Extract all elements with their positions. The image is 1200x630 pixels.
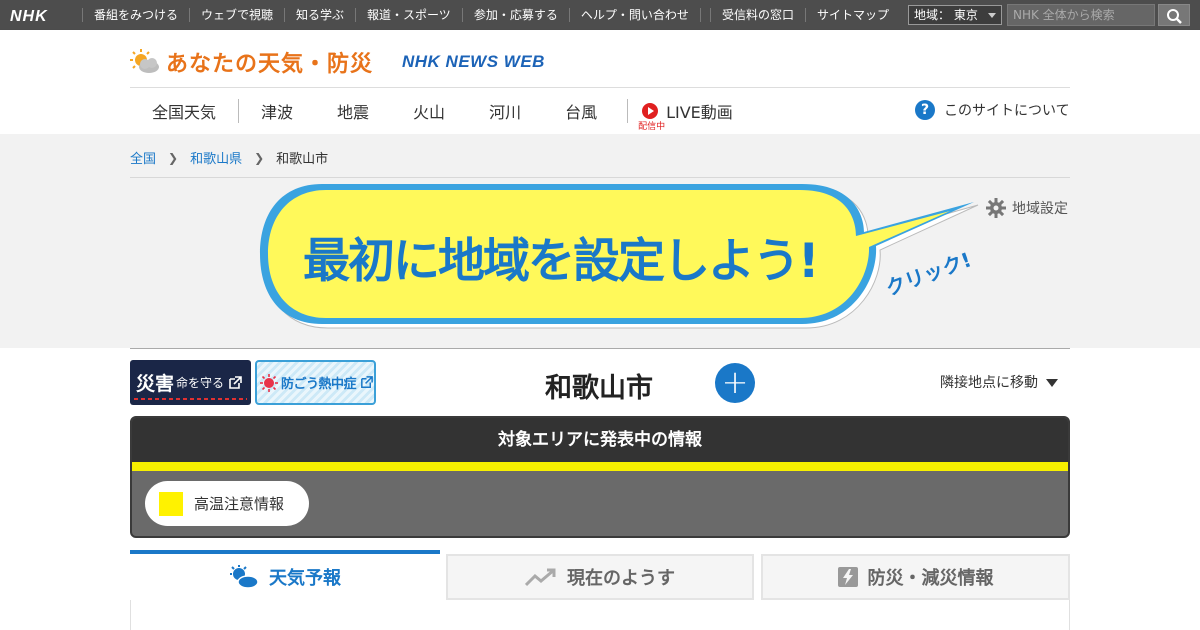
nav-watch-web[interactable]: ウェブで視聴 bbox=[189, 8, 284, 22]
chevron-right-icon: ❯ bbox=[254, 150, 265, 165]
breadcrumb-divider bbox=[130, 177, 1070, 178]
tab-current-conditions[interactable]: 現在のようす bbox=[446, 554, 754, 600]
active-warnings-panel: 対象エリアに発表中の情報 高温注意情報 bbox=[130, 416, 1070, 538]
nhk-logo[interactable]: NHK bbox=[10, 8, 48, 26]
add-location-button[interactable]: + bbox=[715, 363, 755, 403]
about-site-link[interactable]: ? このサイトについて bbox=[915, 100, 1070, 120]
help-icon: ? bbox=[915, 100, 935, 120]
banner-click-text: クリック! bbox=[882, 247, 974, 300]
region-select[interactable]: 地域： 東京 bbox=[908, 5, 1002, 25]
nav-earthquake[interactable]: 地震 bbox=[315, 99, 391, 123]
nav-volcano[interactable]: 火山 bbox=[391, 99, 467, 123]
sun-icon bbox=[260, 373, 278, 392]
tab-disaster-info[interactable]: 防災・減災情報 bbox=[761, 554, 1070, 600]
nav-news-sports[interactable]: 報道・スポーツ bbox=[355, 8, 462, 22]
about-label: このサイトについて bbox=[944, 103, 1070, 119]
disaster-protect-life-button[interactable]: 災害 命を守る bbox=[130, 360, 251, 405]
site-title[interactable]: あなたの天気・防災 bbox=[130, 46, 373, 78]
sun-cloud-icon bbox=[130, 49, 159, 73]
tab-disaster-label: 防災・減災情報 bbox=[867, 568, 994, 589]
tab-content-area bbox=[130, 600, 1070, 630]
hazard-stripe bbox=[134, 398, 247, 400]
breadcrumb-prefecture[interactable]: 和歌山県 bbox=[190, 148, 242, 167]
search-icon bbox=[1167, 9, 1182, 24]
nav-live-video[interactable]: LIVE動画 配信中 bbox=[627, 99, 733, 132]
sun-cloud-icon bbox=[230, 565, 259, 589]
nav-typhoon[interactable]: 台風 bbox=[543, 99, 619, 123]
tab-current-label: 現在のようす bbox=[567, 568, 675, 589]
tab-weather-forecast[interactable]: 天気予報 bbox=[130, 550, 440, 600]
settings-label: 地域設定 bbox=[1012, 201, 1068, 217]
chevron-right-icon: ❯ bbox=[168, 150, 179, 165]
necchu-label: 防ごう熱中症 bbox=[281, 377, 357, 392]
saigai-subtitle: 命を守る bbox=[176, 376, 225, 390]
info-tabs: 天気予報 現在のようす 防災・減災情報 bbox=[130, 550, 1070, 600]
tab-weather-label: 天気予報 bbox=[269, 568, 341, 589]
breadcrumb-national[interactable]: 全国 bbox=[130, 148, 156, 167]
link-sitemap[interactable]: サイトマップ bbox=[805, 8, 900, 22]
external-link-icon bbox=[361, 376, 373, 388]
nav-river[interactable]: 河川 bbox=[467, 99, 543, 123]
region-settings-button[interactable]: 地域設定 bbox=[986, 198, 1068, 218]
main-nav: 全国天気 津波 地震 火山 河川 台風 LIVE動画 配信中 bbox=[130, 88, 733, 134]
warning-color-swatch bbox=[159, 491, 183, 516]
nav-tsunami[interactable]: 津波 bbox=[239, 99, 315, 123]
warning-level-bar bbox=[132, 462, 1068, 471]
external-link-icon bbox=[229, 375, 242, 389]
set-region-banner[interactable]: 最初に地域を設定しよう! クリック! bbox=[258, 180, 988, 344]
global-topbar: NHK 番組をみつける ウェブで視聴 知る学ぶ 報道・スポーツ 参加・応募する … bbox=[0, 0, 1200, 30]
heatstroke-prevention-button[interactable]: 防ごう熱中症 bbox=[255, 360, 376, 405]
play-icon bbox=[642, 103, 659, 119]
nav-help[interactable]: ヘルプ・問い合わせ bbox=[568, 8, 700, 22]
lightning-icon bbox=[837, 567, 858, 587]
site-title-text: あなたの天気・防災 bbox=[166, 52, 374, 77]
global-nav: 番組をみつける ウェブで視聴 知る学ぶ 報道・スポーツ 参加・応募する ヘルプ・… bbox=[82, 0, 722, 30]
nhk-news-web-logo[interactable]: NHK NEWS WEB bbox=[402, 52, 545, 72]
nearby-location-dropdown[interactable]: 隣接地点に移動 bbox=[927, 368, 1070, 398]
section-divider bbox=[130, 348, 1070, 349]
site-header: あなたの天気・防災 NHK NEWS WEB 全国天気 津波 地震 火山 河川 … bbox=[0, 30, 1200, 134]
breadcrumb: 全国 ❯ 和歌山県 ❯ 和歌山市 bbox=[130, 148, 329, 168]
banner-text: 最初に地域を設定しよう! bbox=[303, 234, 817, 289]
link-reception-fee[interactable]: 受信料の窓口 bbox=[710, 8, 805, 22]
nav-participate[interactable]: 参加・応募する bbox=[461, 8, 569, 22]
saigai-title: 災害 bbox=[136, 373, 175, 395]
breadcrumb-current: 和歌山市 bbox=[276, 152, 329, 167]
search-button[interactable] bbox=[1158, 4, 1190, 26]
nav-national-weather[interactable]: 全国天気 bbox=[130, 99, 240, 123]
search-input[interactable]: NHK 全体から検索 bbox=[1007, 4, 1155, 26]
live-label: LIVE動画 bbox=[666, 103, 733, 122]
city-name: 和歌山市 bbox=[545, 373, 653, 404]
nav-find-programs[interactable]: 番組をみつける bbox=[82, 8, 189, 22]
live-status: 配信中 bbox=[638, 122, 666, 132]
nav-learn[interactable]: 知る学ぶ bbox=[284, 8, 355, 22]
utility-links: 受信料の窓口 サイトマップ bbox=[710, 0, 900, 30]
trend-icon bbox=[525, 568, 556, 587]
warning-item-high-temperature[interactable]: 高温注意情報 bbox=[145, 481, 309, 526]
warning-item-label: 高温注意情報 bbox=[194, 495, 285, 513]
warnings-heading: 対象エリアに発表中の情報 bbox=[132, 418, 1068, 462]
gear-icon bbox=[986, 198, 1006, 218]
